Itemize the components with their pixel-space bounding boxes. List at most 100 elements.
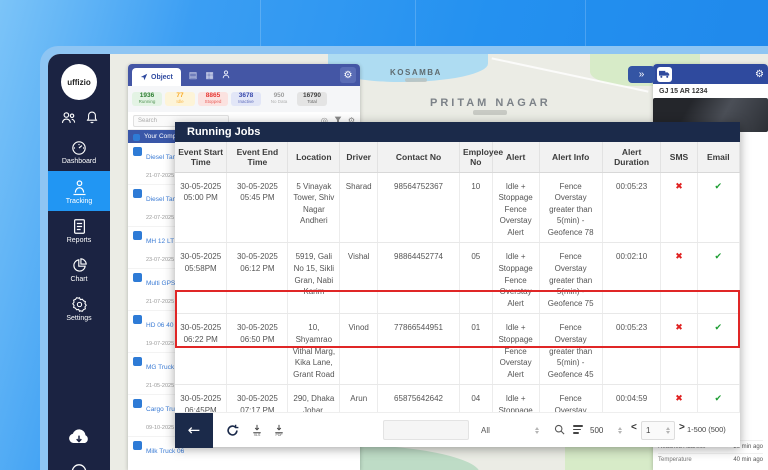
cell-end: 30-05-2025 06:50 PM bbox=[227, 314, 288, 385]
background-line bbox=[260, 0, 261, 48]
status-chip-idle[interactable]: 77Idle bbox=[165, 92, 195, 106]
page-input[interactable]: 1 bbox=[641, 421, 675, 440]
cell-alert_info: Fence Overstay greater than 5(min) - Geo… bbox=[539, 172, 602, 243]
email-sent-icon: ✔ bbox=[715, 323, 723, 333]
status-chip-total[interactable]: 16790Total bbox=[297, 92, 327, 106]
sidebar-item-label: Settings bbox=[66, 315, 91, 322]
column-header[interactable]: Location bbox=[288, 142, 340, 172]
sidebar-item-chart[interactable]: Chart bbox=[48, 250, 110, 289]
object-checkbox[interactable] bbox=[133, 357, 142, 366]
cell-alert: Idle + Stoppage Fence Overstay Alert bbox=[492, 243, 539, 314]
cell-duration: 00:02:10 bbox=[602, 243, 661, 314]
cell-alert_info: Fence Overstay greater than 5(min) - Geo… bbox=[539, 314, 602, 385]
cell-contact: 98564752367 bbox=[378, 172, 460, 243]
cell-sms: ✖ bbox=[661, 243, 697, 314]
status-chip-no-data[interactable]: 950No Data bbox=[264, 92, 294, 106]
cell-driver: Arun bbox=[340, 385, 378, 412]
next-page-button[interactable]: > bbox=[679, 422, 685, 433]
object-checkbox[interactable] bbox=[133, 441, 142, 450]
column-header[interactable]: SMS bbox=[661, 142, 697, 172]
grid-view-icon[interactable]: ▦ bbox=[205, 70, 214, 81]
pagination-range-label: 1-500 (500) bbox=[687, 425, 726, 434]
sidebar-item-dashboard[interactable]: Dashboard bbox=[48, 133, 110, 171]
sms-failed-icon: ✖ bbox=[675, 394, 683, 404]
column-header[interactable]: Employee No bbox=[459, 142, 492, 172]
export-xls-button[interactable]: XLS bbox=[252, 424, 262, 437]
sidebar-item-reports[interactable]: Reports bbox=[48, 211, 110, 250]
sidebar-item-label: Reports bbox=[67, 237, 92, 244]
cell-sms: ✖ bbox=[661, 172, 697, 243]
status-chip-running[interactable]: 1936Running bbox=[132, 92, 162, 106]
map-label-kosamba: KOSAMBA bbox=[390, 68, 442, 82]
column-header[interactable]: Alert Info bbox=[539, 142, 602, 172]
object-checkbox[interactable] bbox=[133, 315, 142, 324]
support-headset-icon[interactable] bbox=[69, 460, 89, 470]
back-button[interactable]: ← bbox=[175, 413, 213, 448]
prev-page-button[interactable]: < bbox=[631, 422, 637, 433]
cell-employee: 04 bbox=[459, 385, 492, 412]
page-size-select[interactable]: 500 bbox=[587, 421, 625, 440]
page-size-list-icon bbox=[573, 425, 583, 436]
running-jobs-panel: Running Jobs Event Start TimeEvent End T… bbox=[175, 122, 740, 447]
users-icon[interactable] bbox=[60, 110, 77, 125]
jobs-search-input[interactable] bbox=[383, 420, 469, 440]
app-window-frame: uffizio D bbox=[40, 46, 768, 470]
search-icon[interactable] bbox=[553, 423, 566, 441]
company-checkbox[interactable] bbox=[133, 134, 140, 141]
export-pdf-button[interactable]: PDF bbox=[274, 424, 284, 437]
background-line bbox=[585, 0, 586, 48]
column-header[interactable]: Event End Time bbox=[227, 142, 288, 172]
sidebar-item-settings[interactable]: Settings bbox=[48, 289, 110, 328]
objects-tabs-bar: Object ▤ ▦ ⚙ bbox=[128, 64, 360, 86]
vehicle-settings-gear-icon[interactable]: ⚙ bbox=[755, 69, 764, 80]
object-checkbox[interactable] bbox=[133, 399, 142, 408]
detail-value: 40 min ago bbox=[733, 457, 763, 463]
tracking-icon bbox=[72, 178, 87, 196]
cell-alert_info: Fence Overstay greater than 5(min) - Geo… bbox=[539, 243, 602, 314]
list-view-icon[interactable]: ▤ bbox=[189, 70, 198, 81]
column-header[interactable]: Email bbox=[697, 142, 739, 172]
desktop-background: uffizio D bbox=[0, 0, 768, 470]
background-line bbox=[415, 0, 416, 48]
cell-contact: 77866544951 bbox=[378, 314, 460, 385]
sidebar-item-label: Dashboard bbox=[62, 158, 96, 165]
cell-duration: 00:05:23 bbox=[602, 314, 661, 385]
cell-contact: 65875642642 bbox=[378, 385, 460, 412]
status-chip-inactive[interactable]: 3678Inactive bbox=[231, 92, 261, 106]
expand-panel-button[interactable]: » bbox=[628, 66, 655, 83]
vehicle-plate: GJ 15 AR 1234 bbox=[653, 84, 768, 98]
table-row[interactable]: 30-05-2025 06:45PM30-05-2025 07:17 PM290… bbox=[175, 385, 740, 412]
object-checkbox[interactable] bbox=[133, 147, 142, 156]
column-header[interactable]: Contact No bbox=[378, 142, 460, 172]
column-header[interactable]: Driver bbox=[340, 142, 378, 172]
object-checkbox[interactable] bbox=[133, 189, 142, 198]
object-checkbox[interactable] bbox=[133, 273, 142, 282]
sidebar-item-label: Tracking bbox=[66, 198, 93, 205]
tab-object[interactable]: Object bbox=[132, 68, 181, 86]
table-row[interactable]: 30-05-2025 06:22 PM30-05-2025 06:50 PM10… bbox=[175, 314, 740, 385]
driver-view-icon[interactable] bbox=[222, 70, 230, 81]
cell-employee: 10 bbox=[459, 172, 492, 243]
uffizio-logo[interactable]: uffizio bbox=[61, 64, 97, 100]
cell-contact: 98864452774 bbox=[378, 243, 460, 314]
cell-driver: Vishal bbox=[340, 243, 378, 314]
running-jobs-table: Event Start TimeEvent End TimeLocationDr… bbox=[175, 142, 740, 412]
table-row[interactable]: 30-05-2025 05:00 PM30-05-2025 05:45 PM5 … bbox=[175, 172, 740, 243]
objects-settings-gear-icon[interactable]: ⚙ bbox=[340, 67, 356, 83]
status-chip-stopped[interactable]: 8865Stopped bbox=[198, 92, 228, 106]
column-header[interactable]: Alert Duration bbox=[602, 142, 661, 172]
cell-start: 30-05-2025 05:58PM bbox=[175, 243, 227, 314]
sidebar-item-tracking[interactable]: Tracking bbox=[48, 171, 110, 211]
sms-failed-icon: ✖ bbox=[675, 182, 683, 192]
table-row[interactable]: 30-05-2025 05:58PM30-05-2025 06:12 PM591… bbox=[175, 243, 740, 314]
object-checkbox[interactable] bbox=[133, 231, 142, 240]
notifications-bell-icon[interactable] bbox=[85, 110, 99, 125]
cell-driver: Sharad bbox=[340, 172, 378, 243]
column-header[interactable]: Event Start Time bbox=[175, 142, 227, 172]
column-filter-select[interactable]: All bbox=[477, 420, 543, 440]
cloud-download-icon[interactable] bbox=[66, 427, 92, 446]
email-sent-icon: ✔ bbox=[715, 394, 723, 404]
refresh-button[interactable] bbox=[225, 423, 240, 438]
cell-start: 30-05-2025 06:22 PM bbox=[175, 314, 227, 385]
cell-location: 290, Dhaka Johar, Mukherjee Nagar bbox=[288, 385, 340, 412]
